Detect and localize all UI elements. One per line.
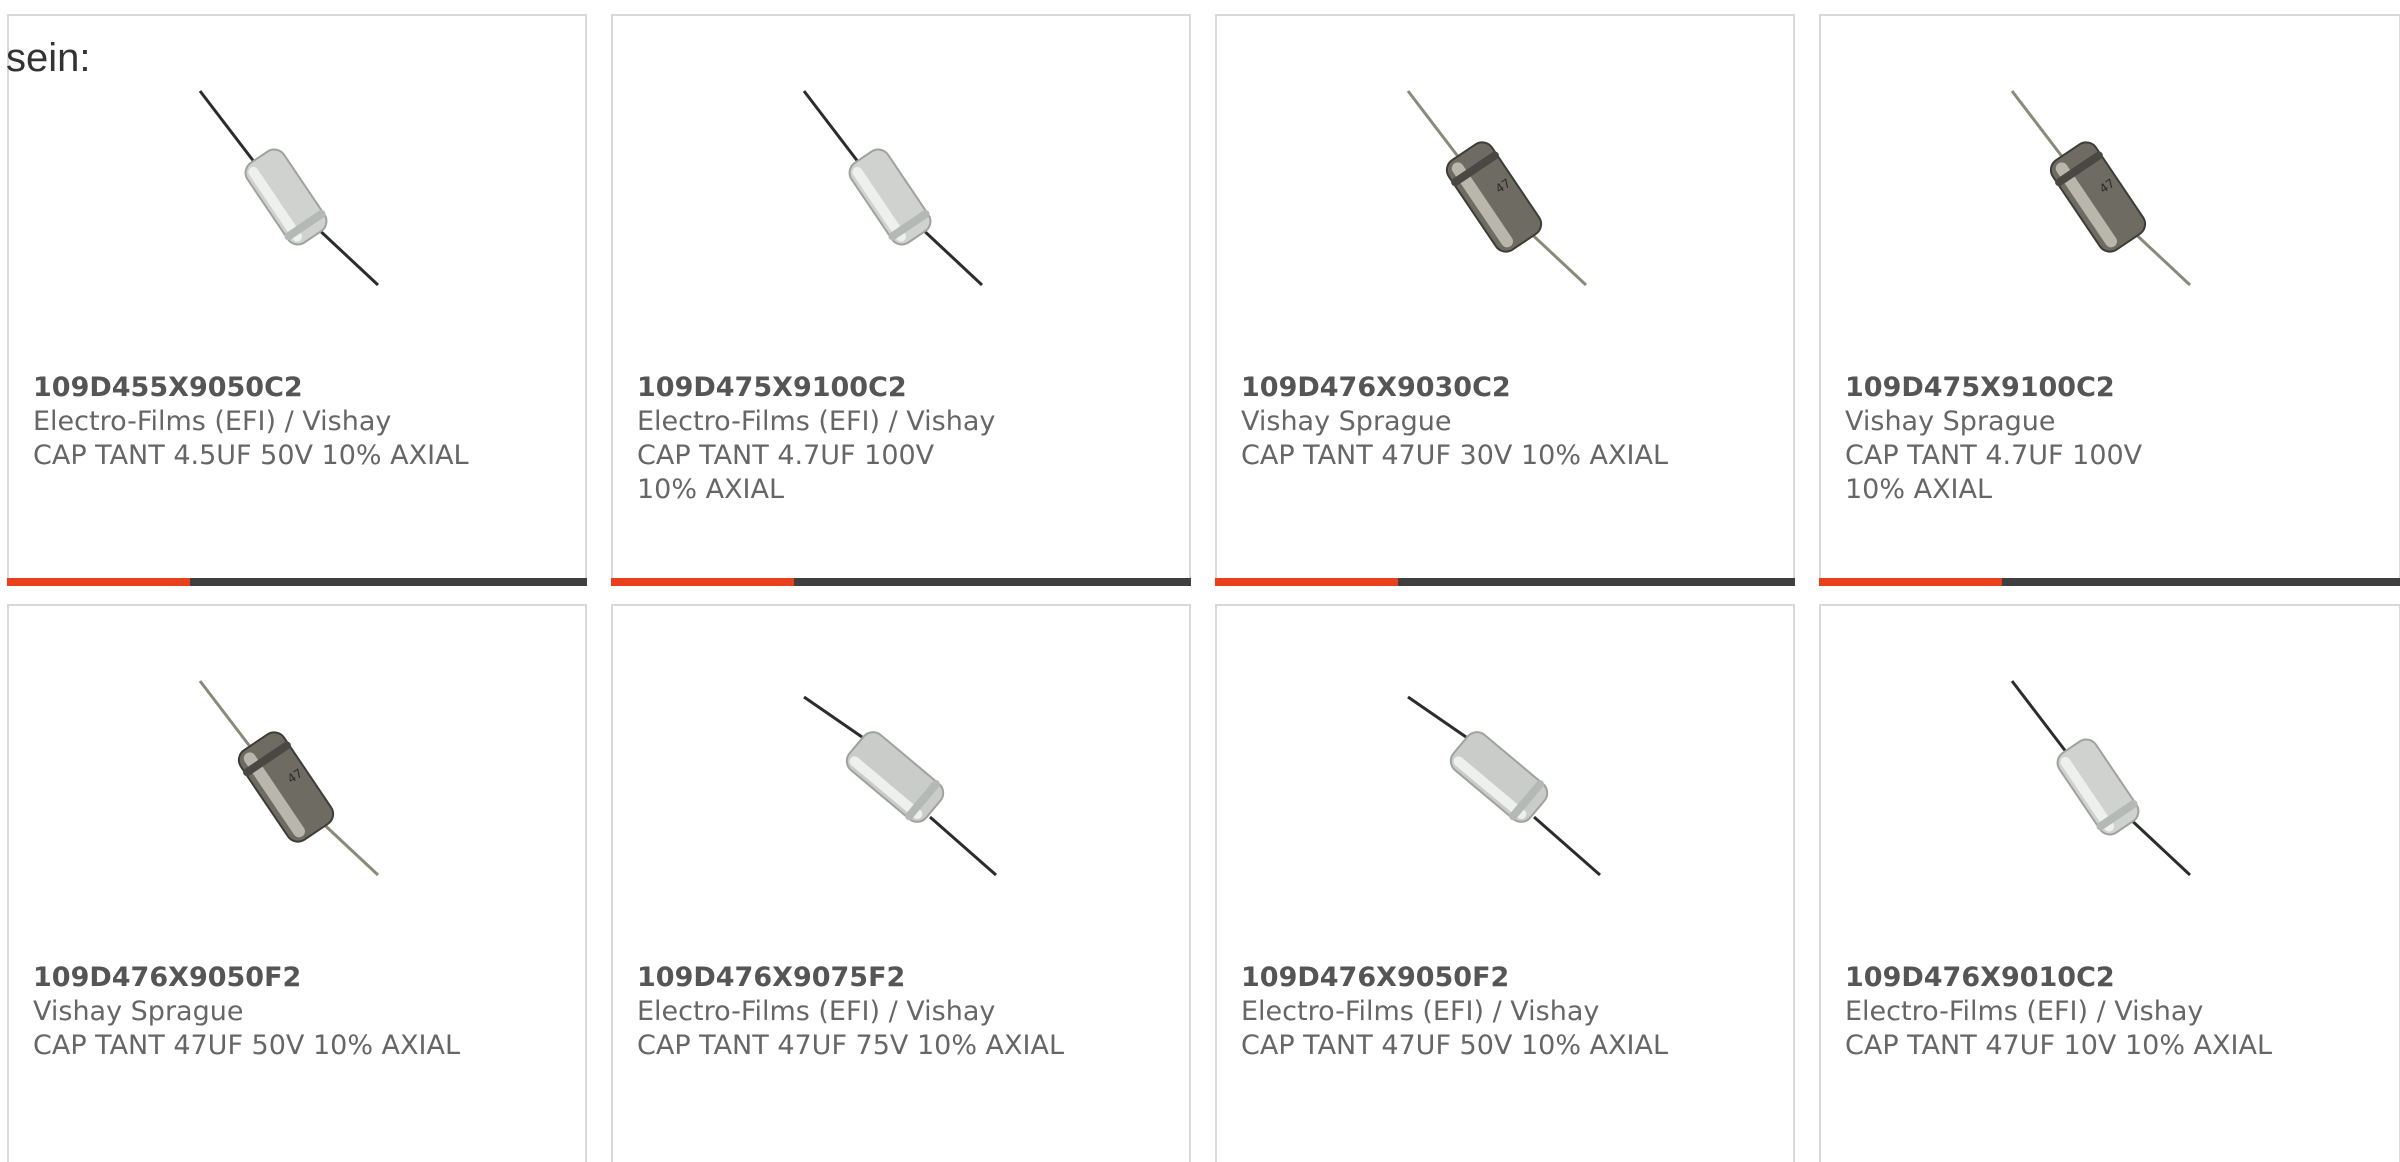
card-footer-accent [7,578,190,586]
product-card[interactable]: 109D455X9050C2 Electro-Films (EFI) / Vis… [7,14,587,586]
product-info: 109D476X9050F2 Vishay Sprague CAP TANT 4… [33,961,473,1063]
manufacturer: Electro-Films (EFI) / Vishay [1241,996,1600,1027]
product-info: 109D476X9075F2 Electro-Films (EFI) / Vis… [637,961,1077,1063]
card-footer-bar [7,578,587,586]
part-number[interactable]: 109D475X9100C2 [637,371,1077,405]
card-footer-accent [611,578,794,586]
manufacturer: Vishay Sprague [1241,406,1452,437]
capacitor-metal-image: 47 [1406,90,1588,287]
capacitor-clear-image [802,90,984,287]
card-footer-accent [1215,578,1398,586]
card-footer-bar [611,578,1191,586]
manufacturer: Vishay Sprague [1845,406,2056,437]
product-info: 109D476X9050F2 Electro-Films (EFI) / Vis… [1241,961,1681,1063]
manufacturer: Electro-Films (EFI) / Vishay [33,406,392,437]
card-footer-accent [1819,578,2002,586]
part-number[interactable]: 109D476X9050F2 [33,961,473,995]
part-number[interactable]: 109D476X9050F2 [1241,961,1681,995]
part-number[interactable]: 109D455X9050C2 [33,371,473,405]
product-info: 109D455X9050C2 Electro-Films (EFI) / Vis… [33,371,473,473]
description: CAP TANT 47UF 50V 10% AXIAL [1241,1030,1669,1061]
product-info: 109D476X9030C2 Vishay Sprague CAP TANT 4… [1241,371,1681,473]
product-card[interactable]: 109D476X9075F2 Electro-Films (EFI) / Vis… [611,604,1191,1162]
part-number[interactable]: 109D475X9100C2 [1845,371,2285,405]
part-number[interactable]: 109D476X9075F2 [637,961,1077,995]
manufacturer: Vishay Sprague [33,996,244,1027]
description: CAP TANT 47UF 30V 10% AXIAL [1241,440,1669,471]
description: CAP TANT 4.5UF 50V 10% AXIAL [33,440,469,471]
manufacturer: Electro-Films (EFI) / Vishay [637,996,996,1027]
description: CAP TANT 47UF 75V 10% AXIAL [637,1030,1065,1061]
product-card[interactable]: 47 109D475X9100C2 Vishay Sprague CAP TAN… [1819,14,2400,586]
description: CAP TANT 47UF 10V 10% AXIAL [1845,1030,2273,1061]
description: CAP TANT 4.7UF 100V 10% AXIAL [1845,440,2143,505]
description: CAP TANT 4.7UF 100V 10% AXIAL [637,440,935,505]
capacitor-clear-image [198,90,380,287]
capacitor-metal-image: 47 [198,680,380,877]
capacitor-clear-image [2010,680,2192,877]
capacitor-clear-image [1407,695,1601,877]
product-card[interactable]: 109D476X9050F2 Electro-Films (EFI) / Vis… [1215,604,1795,1162]
product-info: 109D475X9100C2 Electro-Films (EFI) / Vis… [637,371,1077,507]
capacitor-clear-image [803,695,997,877]
card-footer-bar [1819,578,2400,586]
product-grid-page: sein: 109D455X9050C2 Electro-Films (EFI)… [0,0,2400,1162]
product-card[interactable]: 109D475X9100C2 Electro-Films (EFI) / Vis… [611,14,1191,586]
product-info: 109D476X9010C2 Electro-Films (EFI) / Vis… [1845,961,2285,1063]
product-info: 109D475X9100C2 Vishay Sprague CAP TANT 4… [1845,371,2285,507]
product-card[interactable]: 109D476X9010C2 Electro-Films (EFI) / Vis… [1819,604,2400,1162]
product-card[interactable]: 47 109D476X9030C2 Vishay Sprague CAP TAN… [1215,14,1795,586]
product-card[interactable]: 47 109D476X9050F2 Vishay Sprague CAP TAN… [7,604,587,1162]
card-footer-bar [1215,578,1795,586]
manufacturer: Electro-Films (EFI) / Vishay [637,406,996,437]
manufacturer: Electro-Films (EFI) / Vishay [1845,996,2204,1027]
part-number[interactable]: 109D476X9030C2 [1241,371,1681,405]
description: CAP TANT 47UF 50V 10% AXIAL [33,1030,461,1061]
intro-text: sein: [6,36,91,80]
part-number[interactable]: 109D476X9010C2 [1845,961,2285,995]
capacitor-metal-image: 47 [2010,90,2192,287]
